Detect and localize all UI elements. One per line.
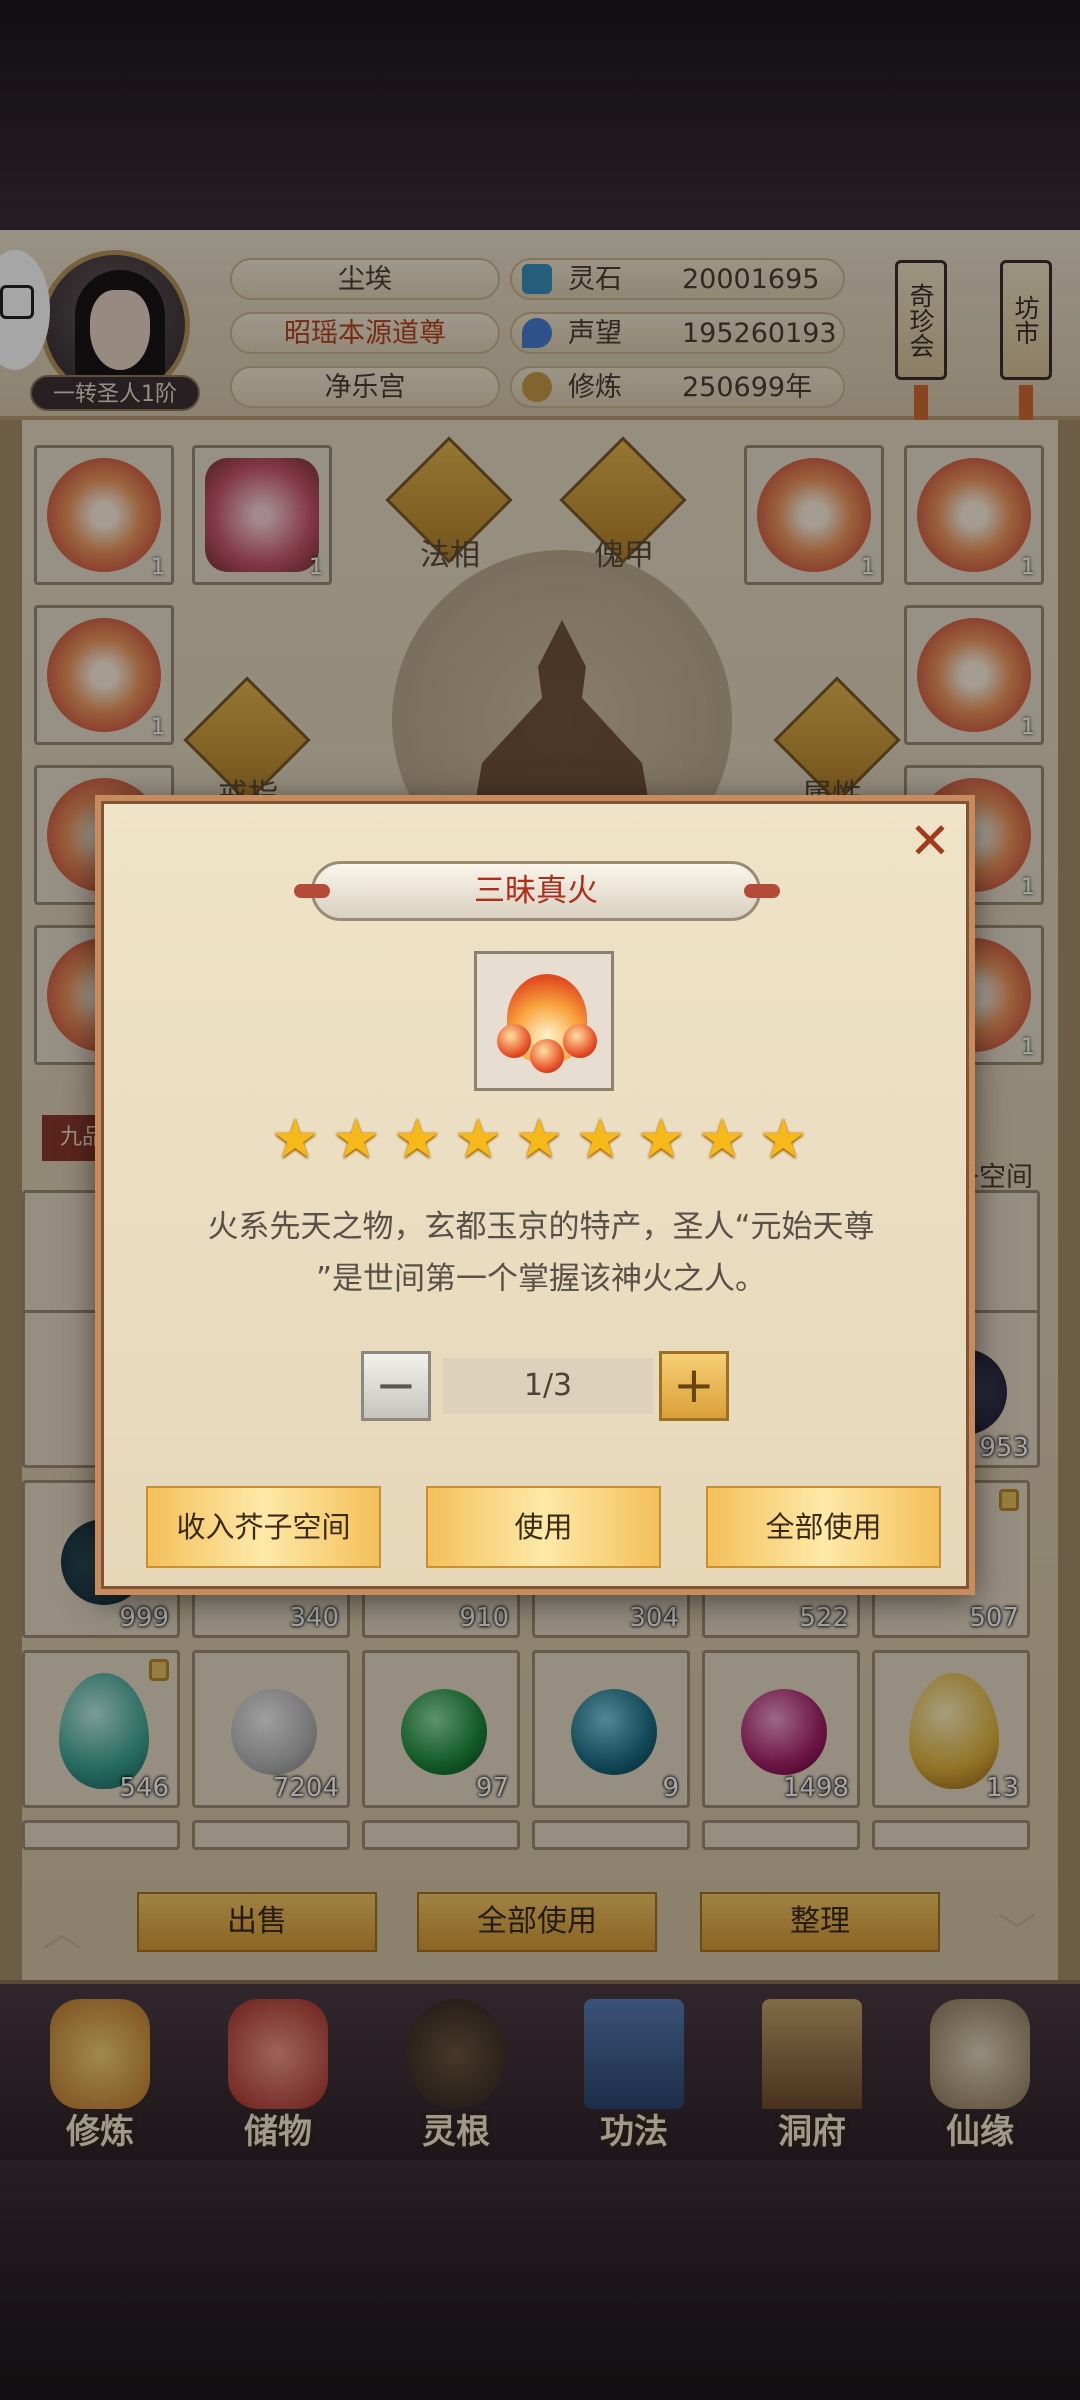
item-icon-frame [474, 951, 614, 1091]
close-icon[interactable]: ✕ [909, 816, 951, 866]
item-description: 火系先天之物，玄都玉京的特产，圣人“元始天尊 ”是世间第一个掌握该神火之人。 [207, 1209, 875, 1297]
star-rating: ★ ★ ★ ★ ★ ★ ★ ★ ★ [271, 1111, 811, 1167]
item-name: 三昧真火 [474, 873, 598, 909]
use-all-button[interactable]: 全部使用 [706, 1486, 941, 1568]
fire-orb [530, 1039, 564, 1073]
fire-orb [497, 1024, 531, 1058]
use-button[interactable]: 使用 [426, 1486, 661, 1568]
star-icon: ★ [698, 1107, 747, 1170]
increase-button[interactable]: + [659, 1351, 729, 1421]
star-icon: ★ [637, 1107, 686, 1170]
star-icon: ★ [515, 1107, 564, 1170]
item-detail-modal: ✕ 三昧真火 ★ ★ ★ ★ ★ ★ ★ ★ ★ 火系先天之物，玄都玉京的特产，… [95, 795, 975, 1595]
decrease-button[interactable]: − [361, 1351, 431, 1421]
fire-orb [563, 1024, 597, 1058]
star-icon: ★ [393, 1107, 442, 1170]
star-icon: ★ [332, 1107, 381, 1170]
quantity-value[interactable]: 1/3 [443, 1358, 653, 1414]
store-in-mustard-space-button[interactable]: 收入芥子空间 [146, 1486, 381, 1568]
star-icon: ★ [576, 1107, 625, 1170]
scroll-cap [744, 884, 780, 898]
star-icon: ★ [759, 1107, 808, 1170]
modal-title-bar: 三昧真火 [294, 861, 780, 921]
star-icon: ★ [454, 1107, 503, 1170]
star-icon: ★ [271, 1107, 320, 1170]
